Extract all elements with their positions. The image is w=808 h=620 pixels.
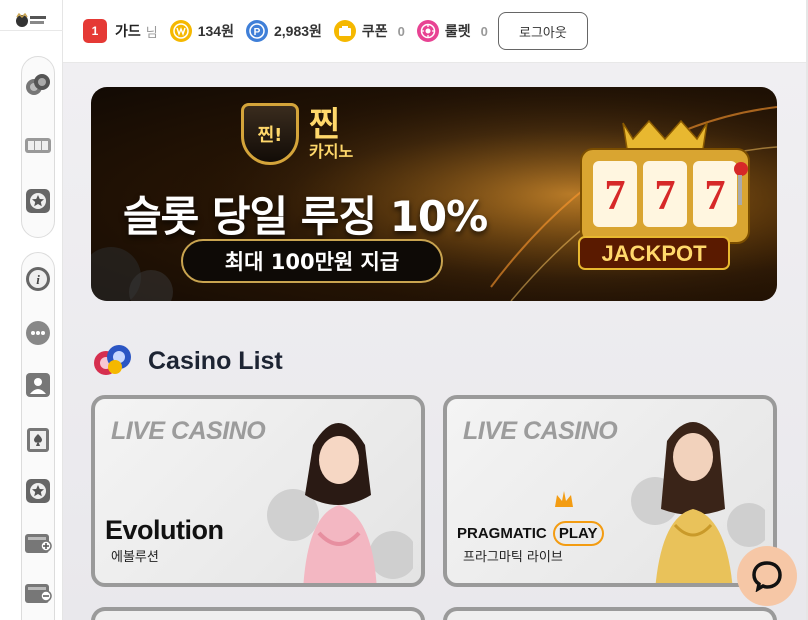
won-coin-icon [169,20,192,42]
sidebar-divider [0,30,63,31]
wallet-deposit-icon[interactable] [24,529,52,557]
star-badge-icon[interactable] [24,187,52,215]
honorific: 님 [145,25,158,41]
casino-card-next[interactable] [443,607,777,620]
coupon-icon[interactable] [333,20,356,42]
logout-button[interactable]: 로그아웃 [497,12,588,50]
slot-machine-illustration: 7 7 7 JACKPOT [578,119,750,270]
roulette-icon[interactable] [416,20,439,42]
points-value: 2,983원 [273,23,322,39]
card-live-label: LIVE CASINO [463,417,618,445]
section-title: Casino List [148,347,283,375]
casino-chips-icon [94,345,131,375]
provider-name: PRAGMATIC PLAY [457,521,604,546]
point-coin-icon: P [245,20,268,42]
roulette-count: 0 [480,23,488,39]
balance-value: 134원 [197,23,234,39]
banner-subline: 최대 100만원 지급 [181,239,443,283]
provider-name-accent: PLAY [552,521,604,546]
star-badge-icon[interactable] [24,477,52,505]
jackpot-label: JACKPOT [601,241,707,266]
brand-shield: 찐! [241,103,299,165]
brand-name-big: 찐 [309,105,341,145]
provider-korean-name: 프라그마틱 라이브 [463,550,563,565]
user-icon[interactable] [24,371,52,399]
casino-card-next[interactable] [91,607,425,620]
slot-machine-icon[interactable] [24,131,52,159]
top-header: 1 가드 님 134원 P 2,983원 쿠폰 0 룰렛 0 로그아웃 [63,0,808,63]
slot-reel-2: 7 [655,173,676,219]
main-content: 찐! 찐 카지노 슬롯 당일 루징 10% 최대 100만원 지급 7 7 7 … [63,63,808,620]
chat-bubble-icon[interactable] [24,319,52,347]
rank-badge: 1 [83,19,107,43]
provider-name-main: PRAGMATIC [457,525,547,542]
roulette-label[interactable]: 룰렛 [445,21,471,41]
svg-text:P: P [254,27,261,38]
coupon-count: 0 [397,23,405,39]
info-icon[interactable]: i [24,265,52,293]
svg-text:i: i [36,272,40,287]
promo-banner[interactable]: 찐! 찐 카지노 슬롯 당일 루징 10% 최대 100만원 지급 7 7 7 … [91,87,777,301]
casino-card-pragmatic[interactable]: LIVE CASINO PRAGMATIC PLAY 프라그마틱 라이브 [443,395,777,587]
banner-brand-logo: 찐! 찐 카지노 [241,103,353,165]
live-chat-button[interactable] [737,546,797,606]
username: 가드 [115,24,141,40]
sidebar-game-group [21,56,55,238]
card-dealer-image [267,423,413,583]
poker-chips-icon[interactable] [24,71,52,99]
provider-name: Evolution [105,515,224,545]
sidebar-menu-group: i [21,252,55,620]
card-live-label: LIVE CASINO [111,417,266,445]
pragmatic-crown-icon [555,491,573,507]
site-logo[interactable] [14,12,48,30]
chat-icon [752,561,782,592]
slot-reel-1: 7 [605,173,626,219]
provider-korean-name: 에볼루션 [111,550,159,565]
wallet-withdraw-icon[interactable] [24,579,52,607]
banner-headline: 슬롯 당일 루징 10% [123,192,488,241]
slot-reel-3: 7 [705,173,726,219]
casino-card-evolution[interactable]: LIVE CASINO Evolution 에볼루션 [91,395,425,587]
sidebar: i [0,0,63,620]
coupon-label[interactable]: 쿠폰 [362,21,388,41]
brand-name-small: 카지노 [309,142,354,161]
spade-card-icon[interactable] [24,425,52,453]
